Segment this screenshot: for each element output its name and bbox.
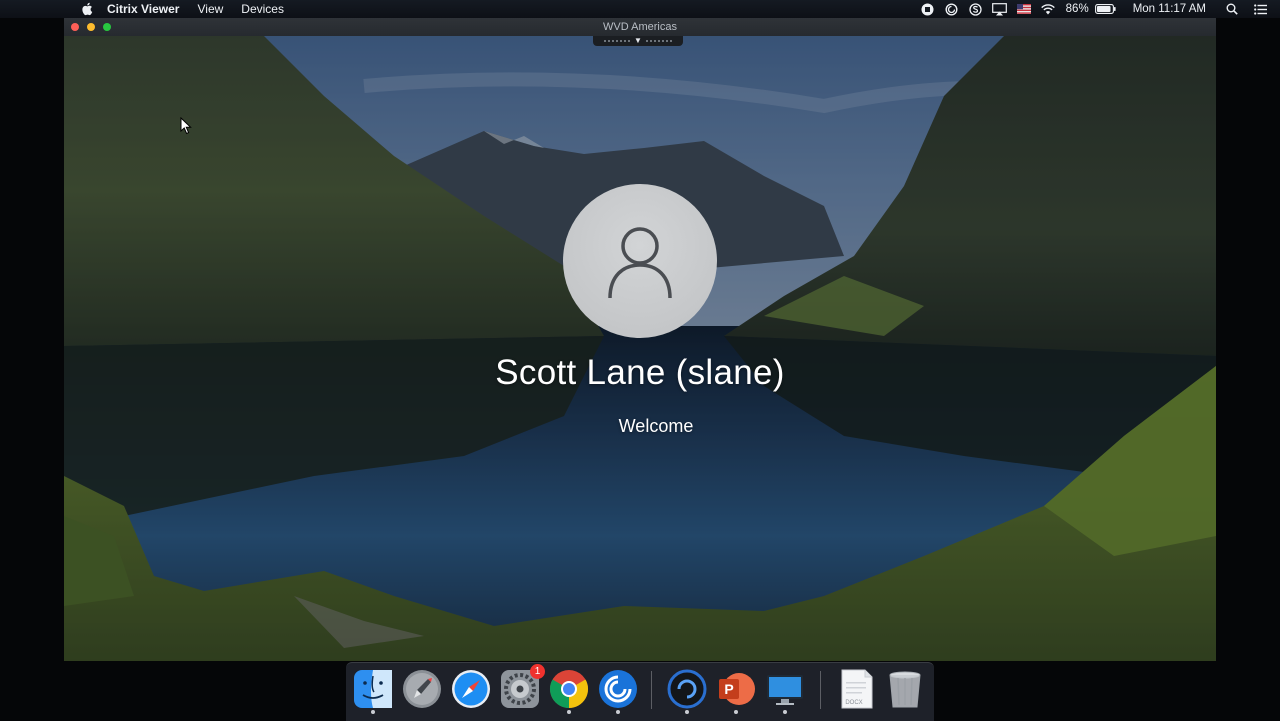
mouse-cursor-icon [180,117,192,135]
citrix-receiver-icon[interactable] [944,0,960,18]
remote-desktop-session[interactable]: ▼ Scott Lane (slane) Welcome [64,36,1216,661]
toolbar-grip-left-icon [603,39,632,43]
spotlight-search-icon[interactable] [1224,0,1240,18]
chrome-icon [549,670,589,709]
finder-icon [354,670,392,708]
login-status-text: Welcome [618,416,694,436]
running-indicator [734,710,738,714]
user-avatar [563,184,717,338]
menu-clock[interactable]: Mon 11:17 AM [1133,0,1206,18]
dock-separator [651,671,652,709]
dock-powerpoint[interactable]: P [715,668,757,714]
notification-center-icon[interactable] [1252,0,1268,18]
citrix-viewer-icon [667,669,707,709]
toolbar-grip-right-icon [644,39,673,43]
citrix-viewer-window: WVD Americas ▼ Scott Lane (slane) Welcom… [64,18,1216,661]
safari-icon [452,670,490,708]
window-minimize-button[interactable] [87,23,95,31]
dock-document[interactable]: DOCX [836,668,878,710]
dock-launchpad[interactable] [401,668,443,710]
menu-app-name[interactable]: Citrix Viewer [107,0,188,18]
citrix-toolbar-handle[interactable]: ▼ [593,36,683,46]
trash-icon [889,671,921,708]
screen-record-icon[interactable] [920,0,936,18]
dock-chrome[interactable] [548,668,590,714]
apple-logo-icon[interactable] [79,0,95,18]
running-indicator [567,710,571,714]
lockscreen-background-image [64,36,1216,661]
wifi-icon[interactable] [1040,0,1056,18]
notification-badge: 1 [530,664,545,679]
menu-devices[interactable]: Devices [232,0,293,18]
skype-icon[interactable] [968,0,984,18]
dock-citrix-viewer[interactable] [666,668,708,714]
running-indicator [685,710,689,714]
battery-percent[interactable]: 86% [1066,0,1089,18]
login-user-name: Scott Lane (slane) [495,353,785,392]
running-indicator [783,710,787,714]
window-titlebar[interactable]: WVD Americas [64,18,1216,36]
dock-safari[interactable] [450,668,492,710]
user-silhouette-icon [608,227,672,299]
powerpoint-icon: P [719,673,755,705]
menu-bar: Citrix Viewer View Devices 86% Mon 11:17… [0,0,1280,18]
dock: 1 P DOCX [346,662,934,721]
citrix-workspace-icon [599,670,637,708]
svg-text:P: P [724,681,733,697]
toolbar-expand-arrow-icon[interactable]: ▼ [634,37,642,45]
remote-desktop-icon [767,675,803,705]
dock-remote-desktop[interactable] [764,668,806,714]
dock-trash[interactable] [884,668,926,710]
dock-finder[interactable] [352,668,394,714]
dock-separator [820,671,821,709]
us-flag-icon[interactable] [1016,0,1032,18]
running-indicator [371,710,375,714]
window-title: WVD Americas [603,21,677,33]
window-zoom-button[interactable] [103,23,111,31]
window-close-button[interactable] [71,23,79,31]
airplay-icon[interactable] [992,0,1008,18]
running-indicator [616,710,620,714]
dock-system-preferences[interactable]: 1 [499,664,545,710]
menu-view[interactable]: View [188,0,232,18]
docx-file-label: DOCX [845,700,863,706]
battery-icon[interactable] [1095,0,1117,18]
launchpad-icon [403,670,441,708]
dock-citrix-workspace[interactable] [597,668,639,714]
